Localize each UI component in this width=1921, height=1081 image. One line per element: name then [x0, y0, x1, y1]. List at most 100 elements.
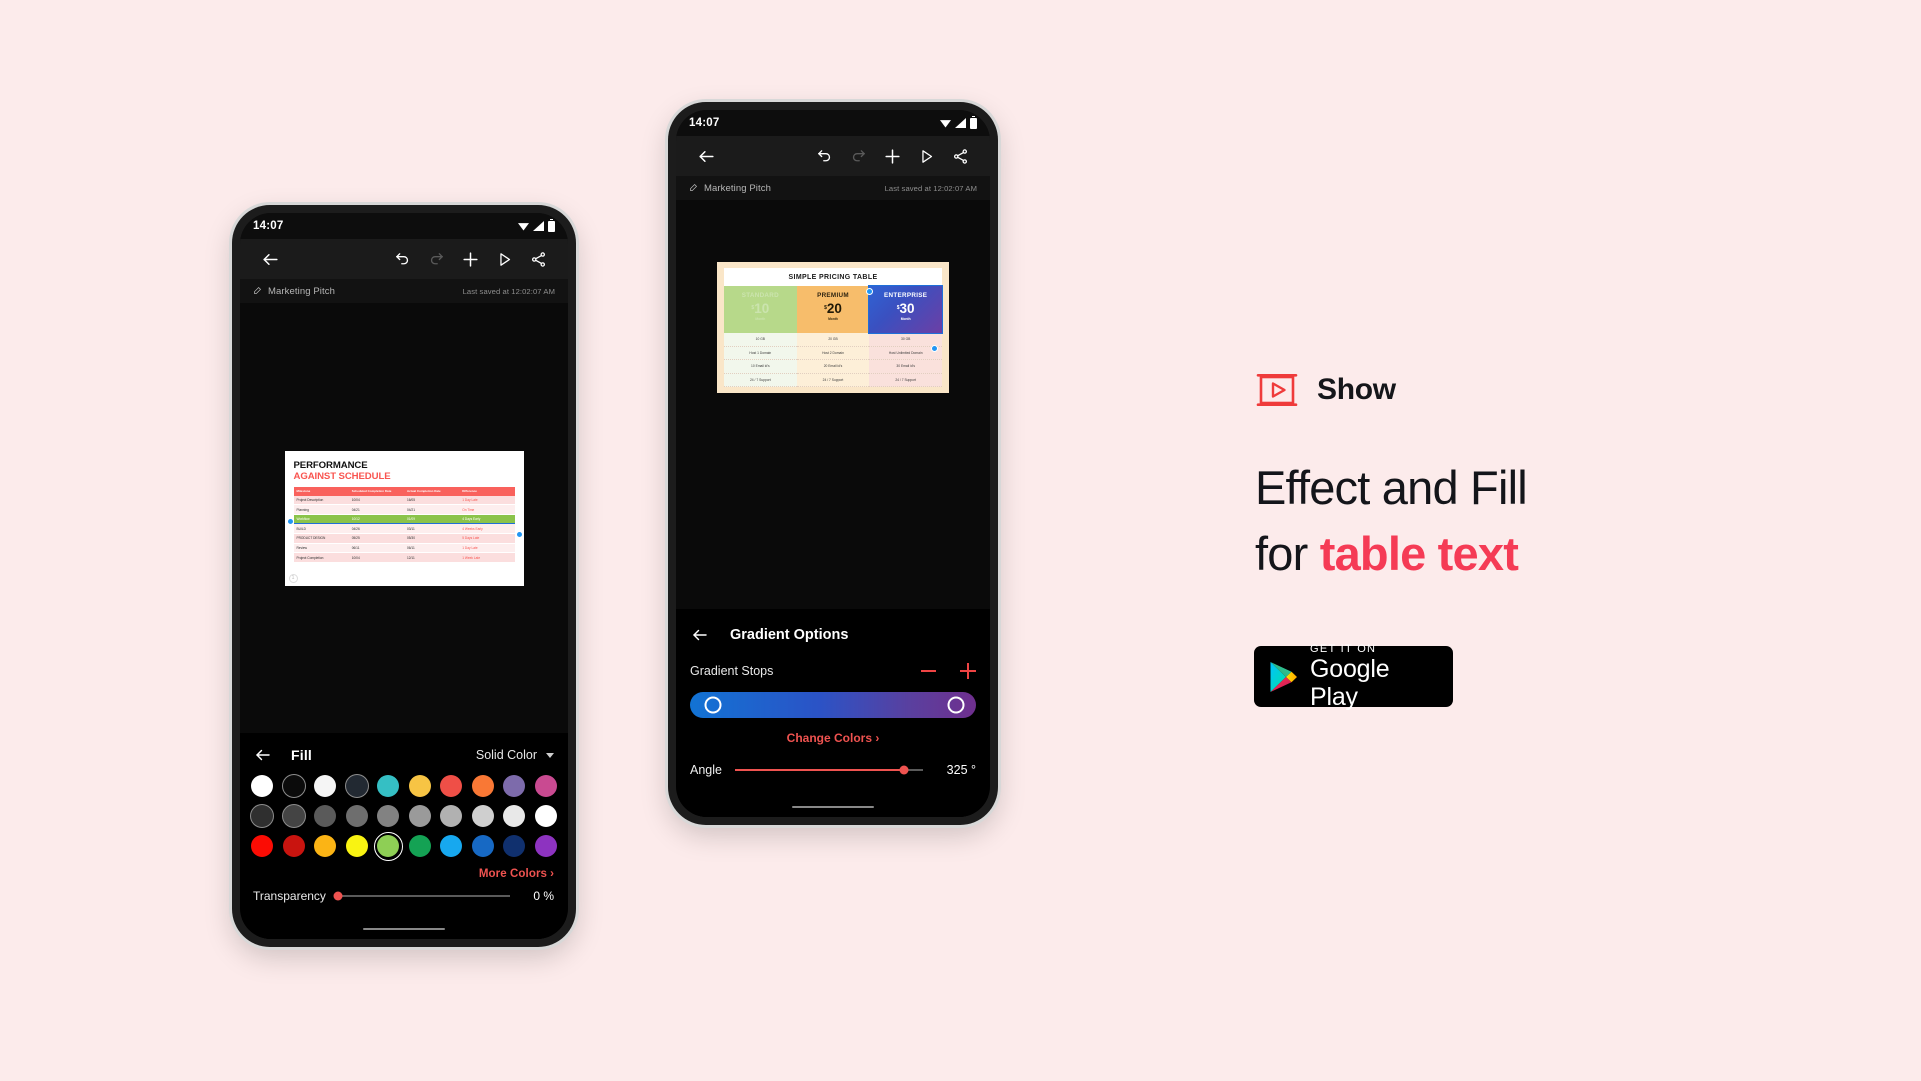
- change-colors-button[interactable]: Change Colors ›: [676, 718, 990, 745]
- undo-icon[interactable]: [807, 139, 841, 173]
- color-swatch[interactable]: [408, 835, 431, 857]
- fill-mode-dropdown[interactable]: Solid Color: [476, 748, 554, 762]
- redo-icon[interactable]: [419, 242, 453, 276]
- feature-cell: 24 / 7 Support: [869, 373, 943, 387]
- table-row[interactable]: PRODUCT DESIGN 05/25 05/30 5 Days Late: [293, 533, 515, 544]
- play-icon[interactable]: [487, 242, 521, 276]
- play-icon[interactable]: [909, 139, 943, 173]
- color-swatch[interactable]: [251, 805, 273, 827]
- share-icon[interactable]: [521, 242, 555, 276]
- color-swatch[interactable]: [314, 835, 337, 857]
- angle-slider[interactable]: [734, 765, 923, 775]
- pricing-tier-enterprise[interactable]: ENTERPRISE $30 Month: [868, 285, 944, 334]
- color-swatch[interactable]: [408, 805, 431, 827]
- gradient-stop-end[interactable]: [947, 696, 965, 714]
- table-row[interactable]: Project Description 10/04 16/05 1 Day Late: [293, 495, 515, 506]
- share-icon[interactable]: [943, 139, 977, 173]
- home-indicator: [363, 927, 445, 931]
- edit-pencil-icon: [253, 282, 262, 300]
- document-title[interactable]: Marketing Pitch: [704, 183, 771, 194]
- color-swatch[interactable]: [314, 805, 337, 827]
- selection-handle-end[interactable]: [931, 345, 938, 352]
- color-swatch[interactable]: [503, 805, 526, 827]
- table-row[interactable]: Project Completion 10/04 12/11 1 Week Late: [293, 552, 515, 563]
- table-cell: 4 Days Early: [459, 513, 515, 525]
- slide-performance-table[interactable]: PERFORMANCE AGAINST SCHEDULE Milestone S…: [284, 450, 524, 586]
- transparency-slider[interactable]: [333, 891, 510, 901]
- back-arrow-icon[interactable]: [253, 242, 287, 276]
- selection-handle-start[interactable]: [866, 288, 873, 295]
- table-row-selected[interactable]: Workflow 10/12 01/09 4 Days Early: [293, 513, 515, 525]
- color-swatch[interactable]: [534, 775, 557, 797]
- color-swatch[interactable]: [345, 775, 368, 797]
- plus-icon[interactable]: [453, 242, 487, 276]
- slide-canvas[interactable]: SIMPLE PRICING TABLE STANDARD $10 Month …: [676, 200, 990, 609]
- status-icon-group: [518, 218, 555, 232]
- document-saved-status: Last saved at 12:02:07 AM: [462, 286, 555, 296]
- color-swatch[interactable]: [282, 775, 305, 797]
- pricing-tier-standard[interactable]: STANDARD $10 Month: [724, 286, 797, 333]
- brand-row: Show: [1255, 368, 1396, 412]
- color-swatch[interactable]: [534, 835, 557, 857]
- minus-icon[interactable]: [921, 670, 936, 672]
- undo-icon[interactable]: [385, 242, 419, 276]
- table-row[interactable]: BUILD 04/26 03/11 4 Weeks Early: [293, 523, 515, 535]
- table-cell: 1 Week Late: [459, 552, 515, 563]
- more-colors-button[interactable]: More Colors ›: [240, 857, 568, 880]
- slider-knob[interactable]: [333, 891, 343, 901]
- gradient-sheet-header: Gradient Options: [676, 609, 990, 659]
- color-swatch-selected[interactable]: [373, 831, 403, 861]
- document-title[interactable]: Marketing Pitch: [268, 286, 335, 297]
- feature-cell: 20 Email id's: [796, 360, 870, 374]
- slide-canvas[interactable]: PERFORMANCE AGAINST SCHEDULE Milestone S…: [240, 303, 568, 733]
- color-swatch[interactable]: [377, 805, 400, 827]
- color-swatch[interactable]: [408, 775, 431, 797]
- table-row[interactable]: Review 06/11 06/11 1 Day Late: [293, 543, 515, 554]
- color-swatch[interactable]: [471, 835, 494, 857]
- store-badge-big-text: Google Play: [1310, 654, 1390, 711]
- table-cell: BUILD: [293, 523, 349, 535]
- status-time: 14:07: [689, 117, 720, 129]
- slide-pricing-table[interactable]: SIMPLE PRICING TABLE STANDARD $10 Month …: [717, 262, 949, 393]
- color-swatch[interactable]: [440, 775, 463, 797]
- performance-table[interactable]: Milestone Scheduled Completion Date Actu…: [293, 486, 515, 563]
- redo-icon[interactable]: [841, 139, 875, 173]
- slider-knob[interactable]: [899, 765, 909, 775]
- selection-handle-start[interactable]: [286, 517, 294, 525]
- pricing-tier-premium[interactable]: PREMIUM $20 Month: [796, 286, 870, 333]
- color-swatch[interactable]: [282, 835, 305, 857]
- selection-handle-end[interactable]: [515, 530, 523, 538]
- color-swatch[interactable]: [503, 775, 526, 797]
- sheet-back-arrow-icon[interactable]: [253, 745, 273, 765]
- color-swatch[interactable]: [471, 775, 494, 797]
- color-swatch[interactable]: [345, 835, 368, 857]
- color-swatch[interactable]: [345, 805, 368, 827]
- google-play-badge[interactable]: GET IT ON Google Play: [1254, 643, 1453, 711]
- color-swatch[interactable]: [440, 835, 463, 857]
- color-swatch[interactable]: [471, 805, 494, 827]
- table-row[interactable]: Planning 04/21 04/21 On Time: [293, 504, 515, 515]
- color-swatch[interactable]: [251, 775, 273, 797]
- table-cell: PRODUCT DESIGN: [293, 533, 349, 544]
- color-swatch[interactable]: [282, 805, 305, 827]
- gradient-preview-bar[interactable]: [690, 692, 976, 718]
- back-arrow-icon[interactable]: [689, 139, 723, 173]
- plus-icon[interactable]: [875, 139, 909, 173]
- sheet-back-arrow-icon[interactable]: [690, 625, 710, 645]
- color-swatch[interactable]: [440, 805, 463, 827]
- fill-sheet-header: Fill Solid Color: [240, 733, 568, 775]
- fill-mode-label: Solid Color: [475, 748, 537, 762]
- color-swatch[interactable]: [314, 775, 337, 797]
- gradient-stop-start[interactable]: [704, 696, 722, 714]
- color-swatch[interactable]: [534, 805, 557, 827]
- slide-page-indicator: 1: [288, 573, 298, 583]
- plus-icon[interactable]: [960, 663, 976, 679]
- chevron-right-icon: ›: [550, 868, 554, 880]
- app-toolbar: [676, 136, 990, 176]
- tier-period: Month: [900, 317, 911, 321]
- color-swatch[interactable]: [377, 775, 400, 797]
- table-cell: 04/21: [348, 504, 404, 515]
- color-swatch[interactable]: [503, 835, 526, 857]
- color-swatch[interactable]: [251, 835, 273, 857]
- tier-period: Month: [755, 317, 766, 321]
